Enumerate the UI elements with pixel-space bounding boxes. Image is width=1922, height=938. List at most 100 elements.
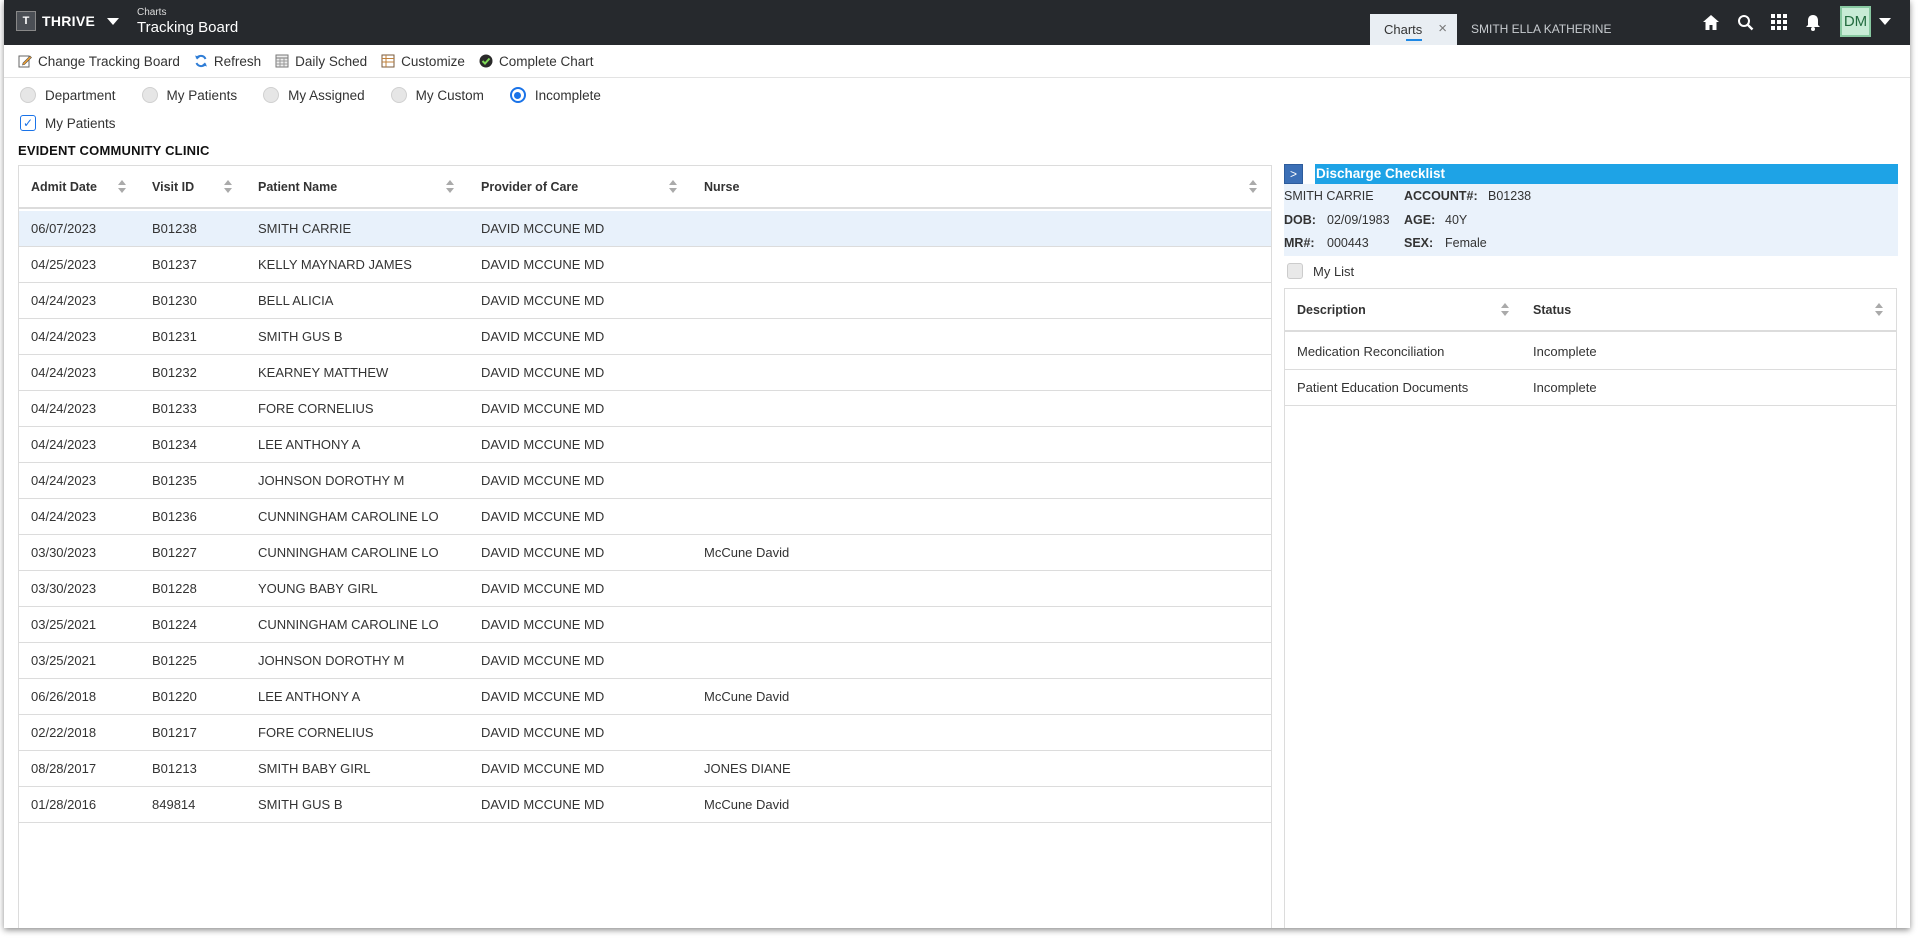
cell-description: Medication Reconciliation [1297,344,1445,359]
home-icon[interactable] [1699,10,1723,34]
page-title: Tracking Board [137,19,239,36]
my-patients-checkbox-label: My Patients [45,115,116,131]
cell-nurse: McCune David [704,545,790,560]
complete-chart-button[interactable]: Complete Chart [479,54,594,69]
table-row[interactable]: 04/25/2023 B01237 KELLY MAYNARD JAMES DAVID… [19,247,1271,283]
check-circle-icon [479,54,493,68]
cell-description: Patient Education Documents [1297,380,1469,395]
table-row[interactable]: 03/25/2021 B01225 JOHNSON DOROTHY M DAVID M… [19,643,1271,679]
patient-name: SMITH CARRIE [1284,189,1374,203]
top-icons [1699,10,1825,34]
column-header-description[interactable]: Description [1285,289,1521,330]
search-icon[interactable] [1733,10,1757,34]
cell-visit-id: B01225 [152,653,197,668]
radio-my-custom[interactable]: My Custom [390,87,484,103]
tab-charts[interactable]: Charts × [1370,14,1457,45]
daily-sched-button[interactable]: Daily Sched [275,54,367,69]
table-row[interactable]: 08/28/2017 B01213 SMITH BABY GIRL DAVID MCC… [19,751,1271,787]
cell-admit-date: 04/24/2023 [31,365,97,380]
cell-provider: DAVID MCCUNE MD [481,365,605,380]
cell-patient-name: BELL ALICIA [258,293,334,308]
cell-nurse [692,427,1271,462]
cell-admit-date: 06/26/2018 [31,689,97,704]
discharge-checklist-title: Discharge Checklist [1315,164,1898,184]
brand-menu[interactable]: T THRIVE [16,11,120,31]
cell-provider: DAVID MCCUNE MD [481,257,605,272]
column-header-admit-date[interactable]: Admit Date [19,166,140,207]
tracking-board-table: Admit Date Visit ID Patient Name Provide… [18,165,1272,928]
column-header-status[interactable]: Status [1521,289,1896,330]
refresh-icon [194,54,207,68]
cell-visit-id: B01238 [152,221,197,236]
checklist-row[interactable]: Patient Education Documents Incomplete [1285,370,1896,406]
column-header-provider[interactable]: Provider of Care [469,166,692,207]
radio-indicator [20,87,36,103]
table-row[interactable]: 04/24/2023 B01236 CUNNINGHAM CAROLINE LO DA… [19,499,1271,535]
table-row[interactable]: 06/26/2018 B01220 LEE ANTHONY A DAVID MCCUN… [19,679,1271,715]
edit-icon [18,55,32,68]
radio-department[interactable]: Department [20,87,116,103]
sort-icon [446,180,454,194]
table-row[interactable]: 04/24/2023 B01233 FORE CORNELIUS DAVID MCCU… [19,391,1271,427]
cell-admit-date: 04/24/2023 [31,293,97,308]
my-patients-checkbox[interactable]: ✓ My Patients [20,115,116,131]
close-icon[interactable]: × [1438,20,1447,37]
calendar-icon [275,54,289,68]
column-header-nurse[interactable]: Nurse [692,166,1271,207]
my-list-label: My List [1313,263,1355,279]
table-row[interactable]: 04/24/2023 B01235 JOHNSON DOROTHY M DAVID M… [19,463,1271,499]
cell-visit-id: B01220 [152,689,197,704]
customize-label: Customize [401,53,465,69]
my-list-checkbox[interactable]: My List [1287,263,1354,279]
column-header-label: Admit Date [31,179,97,194]
tab-charts-label: Charts [1384,22,1423,41]
cell-admit-date: 04/24/2023 [31,401,97,416]
cell-visit-id: B01235 [152,473,197,488]
radio-indicator [263,87,280,103]
chevron-down-icon[interactable] [1879,18,1891,25]
table-row[interactable]: 02/22/2018 B01217 FORE CORNELIUS DAVID MCCU… [19,715,1271,751]
table-row[interactable]: 06/07/2023 B01238 SMITH CARRIE DAVID MCCUNE… [19,211,1271,247]
refresh-button[interactable]: Refresh [194,54,261,69]
radio-indicator [141,87,158,103]
cell-visit-id: B01232 [152,365,197,380]
dob-value: 02/09/1983 [1327,213,1390,227]
customize-button[interactable]: Customize [381,54,465,69]
cell-visit-id: B01228 [152,581,197,596]
cell-visit-id: B01231 [152,329,197,344]
column-header-label: Description [1297,302,1366,317]
bell-icon[interactable] [1801,10,1825,34]
checklist-row[interactable]: Medication Reconciliation Incomplete [1285,334,1896,370]
avatar[interactable]: DM [1840,6,1871,37]
filter-radio-group: Department My Patients My Assigned My Cu… [20,87,601,103]
cell-visit-id: B01233 [152,401,197,416]
cell-nurse [692,571,1271,606]
column-header-label: Nurse [704,179,740,194]
tab-patient[interactable]: SMITH ELLA KATHERINE [1471,22,1611,36]
table-header: Admit Date Visit ID Patient Name Provide… [19,166,1271,209]
apps-grid-icon[interactable] [1767,10,1791,34]
daily-sched-label: Daily Sched [295,53,368,69]
table-row[interactable]: 01/28/2016 849814 SMITH GUS B DAVID MCCUNE … [19,787,1271,823]
cell-nurse [692,391,1271,426]
table-row[interactable]: 04/24/2023 B01230 BELL ALICIA DAVID MCCUNE … [19,283,1271,319]
table-row[interactable]: 03/30/2023 B01227 CUNNINGHAM CAROLINE LO DA… [19,535,1271,571]
radio-incomplete[interactable]: Incomplete [509,87,601,103]
collapse-panel-button[interactable]: > [1284,164,1303,184]
change-tracking-board-button[interactable]: Change Tracking Board [18,54,180,69]
sex-value: Female [1445,236,1487,250]
column-header-visit-id[interactable]: Visit ID [140,166,246,207]
table-row[interactable]: 04/24/2023 B01231 SMITH GUS B DAVID MCCUNE … [19,319,1271,355]
column-header-label: Status [1533,302,1572,317]
radio-my-patients[interactable]: My Patients [141,87,237,103]
table-row[interactable]: 04/24/2023 B01232 KEARNEY MATTHEW DAVID MCC… [19,355,1271,391]
table-row[interactable]: 04/24/2023 B01234 LEE ANTHONY A DAVID MCCUN… [19,427,1271,463]
table-row[interactable]: 03/30/2023 B01228 YOUNG BABY GIRL DAVID MCC… [19,571,1271,607]
column-header-patient-name[interactable]: Patient Name [246,166,469,207]
table-row[interactable]: 03/25/2021 B01224 CUNNINGHAM CAROLINE LO DA… [19,607,1271,643]
refresh-label: Refresh [213,53,262,69]
cell-visit-id: B01217 [152,725,197,740]
app-window: T THRIVE Charts Tracking Board Charts × … [4,0,1910,928]
radio-my-assigned[interactable]: My Assigned [263,87,365,103]
checklist-table: Description Status Medication Reconcilia… [1284,288,1897,928]
